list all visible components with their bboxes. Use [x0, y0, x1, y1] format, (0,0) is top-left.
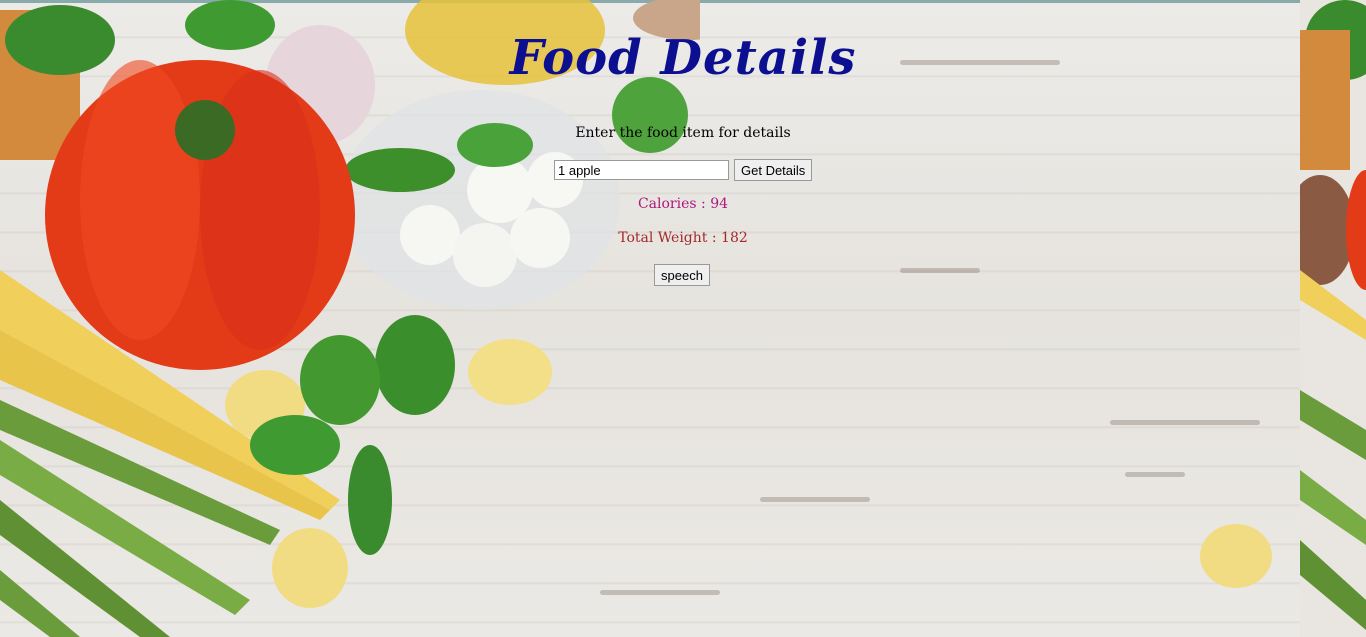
- get-details-button[interactable]: Get Details: [734, 159, 813, 181]
- wood-crack: [1125, 472, 1185, 477]
- food-illustration-edge: [1300, 0, 1366, 637]
- wood-crack: [760, 497, 870, 502]
- food-illustration: [0, 0, 700, 637]
- food-item-input[interactable]: [554, 160, 729, 180]
- background-image-edge: [1300, 0, 1366, 637]
- speech-button[interactable]: speech: [654, 264, 710, 286]
- calories-result: Calories : 94: [637, 196, 729, 212]
- wood-crack: [1110, 420, 1260, 425]
- tortellini-image: [1200, 524, 1272, 588]
- wood-crack: [900, 268, 980, 273]
- page-title: Food Details: [509, 30, 857, 86]
- food-prompt-label: Enter the food item for details: [575, 125, 791, 141]
- total-weight-result: Total Weight : 182: [618, 230, 748, 246]
- food-search-form: Get Details: [554, 159, 813, 181]
- speech-container: speech: [654, 264, 710, 286]
